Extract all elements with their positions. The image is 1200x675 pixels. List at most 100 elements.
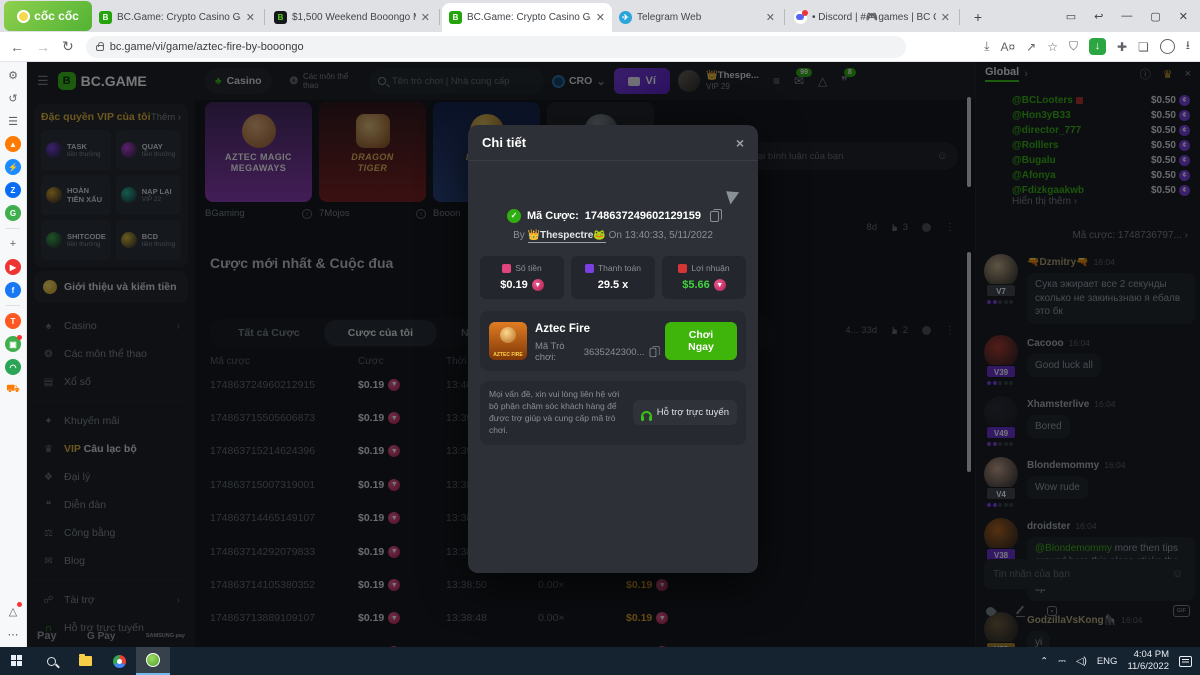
chat-username[interactable]: 🔫Dzmitry🔫 <box>1027 257 1089 268</box>
chat-close-icon[interactable]: × <box>1185 68 1191 80</box>
chat-username[interactable]: droidster <box>1027 521 1070 532</box>
tip-row[interactable]: @director_777$0.50¢ <box>1012 123 1190 138</box>
bet-table-row[interactable]: 174863713889109107$0.19▼13:38:480.00×$0.… <box>210 602 960 635</box>
language-indicator[interactable]: ENG <box>1097 656 1118 667</box>
tip-row[interactable]: @BCLooters$0.50¢ <box>1012 93 1190 108</box>
chat-rules-icon[interactable] <box>1015 605 1027 617</box>
tip-username[interactable]: @Afonya <box>1012 170 1056 181</box>
tip-row[interactable]: @Rolllers$0.50¢ <box>1012 138 1190 153</box>
back-button[interactable]: ← <box>10 39 24 55</box>
provider-name[interactable]: Booon <box>433 208 460 219</box>
url-bar[interactable]: bc.game/vi/game/aztec-fire-by-booongo <box>86 36 906 58</box>
chat-bet-reference[interactable]: Mã cược: 1748736797... › <box>1072 230 1188 241</box>
coccoc-taskbar-icon[interactable] <box>136 647 170 675</box>
comment-input-pill[interactable]: ☺ <box>731 142 958 170</box>
share-bet-icon[interactable] <box>726 187 742 204</box>
kebab-menu-icon[interactable]: ⋮ <box>945 325 955 336</box>
chat-avatar[interactable] <box>984 335 1018 369</box>
copy-icon[interactable] <box>650 347 656 356</box>
like-button[interactable]: ☛ 2 <box>891 325 908 336</box>
main-scrollbar[interactable] <box>967 252 971 472</box>
sidebar-item-khuyến-mãi[interactable]: ✦Khuyến mãi <box>34 407 188 435</box>
file-explorer-icon[interactable] <box>68 647 102 675</box>
chat-input-pill[interactable]: ☺ <box>984 559 1192 589</box>
tip-row[interactable]: @Afonya$0.50¢ <box>1012 168 1190 183</box>
tip-row[interactable]: @Bugalu$0.50¢ <box>1012 153 1190 168</box>
reply-icon[interactable] <box>922 223 931 232</box>
sidebar-item-công-bằng[interactable]: ⚖Công bằng <box>34 519 188 547</box>
add-shortcut-icon[interactable]: + <box>5 236 21 252</box>
adblock-shield-icon[interactable]: ⛉ <box>1069 39 1078 54</box>
bets-tab-item[interactable]: Tất cả Cược <box>214 320 324 346</box>
live-support-button[interactable]: Hỗ trợ trực tuyến <box>633 400 737 425</box>
facebook-icon[interactable]: f <box>5 282 21 298</box>
close-button[interactable]: ✕ <box>1179 10 1188 23</box>
bell-icon[interactable]: △ <box>818 74 827 88</box>
tray-expand-icon[interactable]: ⌃ <box>1040 656 1048 667</box>
profile-icon[interactable] <box>1160 39 1175 54</box>
reopen-tab-icon[interactable]: ↩ <box>1094 10 1103 23</box>
history-icon[interactable]: ↺ <box>5 90 21 106</box>
trophy-icon[interactable]: ♛ <box>1163 68 1173 81</box>
sidebar-item-câu-lạc-bộ[interactable]: ♛VIP Câu lạc bộ <box>34 435 188 463</box>
start-button[interactable] <box>0 647 34 675</box>
chat-toggle-icon[interactable]: ❞8 <box>841 74 847 88</box>
share-icon[interactable]: ↗ <box>1026 40 1036 54</box>
tip-username[interactable]: @Hon3yB33 <box>1012 110 1071 121</box>
chat-username[interactable]: Blondemommy <box>1027 460 1099 471</box>
wallet-button[interactable]: Ví <box>614 68 670 94</box>
rain-tip-icon[interactable] <box>984 605 997 618</box>
comment-input[interactable] <box>741 151 937 162</box>
settings-gear-icon[interactable]: ⚙ <box>5 67 21 83</box>
vip-card[interactable]: BCDtiền thưởng <box>116 220 181 260</box>
extensions-icon[interactable]: ✚ <box>1117 40 1127 54</box>
browser-tab[interactable]: BBC.Game: Crypto Casino Gam✕ <box>92 3 262 32</box>
chat-username[interactable]: Xhamsterlive <box>1027 399 1089 410</box>
rail-more-icon[interactable]: ⋯ <box>5 626 21 642</box>
show-more-link[interactable]: Hiển thị thêm › <box>1012 196 1077 207</box>
emoji-icon[interactable]: ☺ <box>937 150 948 162</box>
downloads-icon[interactable]: ⭳ <box>1186 36 1190 57</box>
taskbar-search-icon[interactable] <box>34 647 68 675</box>
sidebar-item-blog[interactable]: ✉Blog <box>34 547 188 575</box>
forward-button[interactable]: → <box>36 39 50 55</box>
shop-tiki-icon[interactable]: T <box>5 313 21 329</box>
referral-row[interactable]: Giới thiệu và kiếm tiền <box>34 271 188 303</box>
tab-close-icon[interactable]: ✕ <box>596 11 605 24</box>
profile-menu[interactable]: 👑Thespe... VIP 29 <box>678 70 759 93</box>
chat-region-selector[interactable]: Global <box>985 66 1019 82</box>
gif-icon[interactable]: GIF <box>1173 605 1190 617</box>
casino-nav-button[interactable]: ♣ Casino <box>205 68 272 94</box>
chat-info-icon[interactable]: ⓘ <box>1140 66 1151 82</box>
taskbar-clock[interactable]: 4:04 PM 11/6/2022 <box>1127 649 1169 673</box>
tab-close-icon[interactable]: ✕ <box>421 11 430 24</box>
vip-card[interactable]: QUAYtiền thưởng <box>116 130 181 170</box>
tip-username[interactable]: @Fdizkgaakwb <box>1012 185 1084 196</box>
browser-tab[interactable]: ✈Telegram Web✕ <box>612 3 782 32</box>
sidebar-item-casino[interactable]: ♠Casino› <box>34 312 188 340</box>
coccoc-logo[interactable]: cốc cốc <box>4 1 92 31</box>
save-page-icon[interactable]: ⤓ <box>984 39 989 54</box>
vip-card[interactable]: NẠP LẠIVIP 22 <box>116 175 181 215</box>
tab-close-icon[interactable]: ✕ <box>941 11 950 24</box>
bet-table-row[interactable]: 174863714105380352$0.19▼13:38:500.00×$0.… <box>210 568 960 601</box>
games-icon[interactable]: G <box>5 205 21 221</box>
tab-close-icon[interactable]: ✕ <box>766 11 775 24</box>
tip-username[interactable]: @BCLooters <box>1012 95 1073 106</box>
like-button[interactable]: ☛ 3 <box>891 222 908 233</box>
news-feed-icon[interactable]: ☰ <box>5 113 21 129</box>
chat-input[interactable] <box>993 569 1166 580</box>
main-scrollbar[interactable] <box>967 97 971 187</box>
tip-username[interactable]: @Rolllers <box>1012 140 1058 151</box>
tip-username[interactable]: @director_777 <box>1012 125 1081 136</box>
browser-tab[interactable]: BBC.Game: Crypto Casino Gan✕ <box>442 3 612 32</box>
kebab-menu-icon[interactable]: ⋮ <box>945 222 955 233</box>
tip-username[interactable]: @Bugalu <box>1012 155 1056 166</box>
action-center-icon[interactable] <box>1179 656 1192 667</box>
play-now-button[interactable]: Chơi Ngay <box>665 322 737 360</box>
info-icon[interactable]: i <box>302 209 312 219</box>
zalo-icon[interactable]: Z <box>5 182 21 198</box>
tab-close-icon[interactable]: ✕ <box>246 11 255 24</box>
modal-close-icon[interactable]: × <box>736 135 744 151</box>
game-card[interactable]: AZTEC MAGIC MEGAWAYS <box>205 102 312 202</box>
